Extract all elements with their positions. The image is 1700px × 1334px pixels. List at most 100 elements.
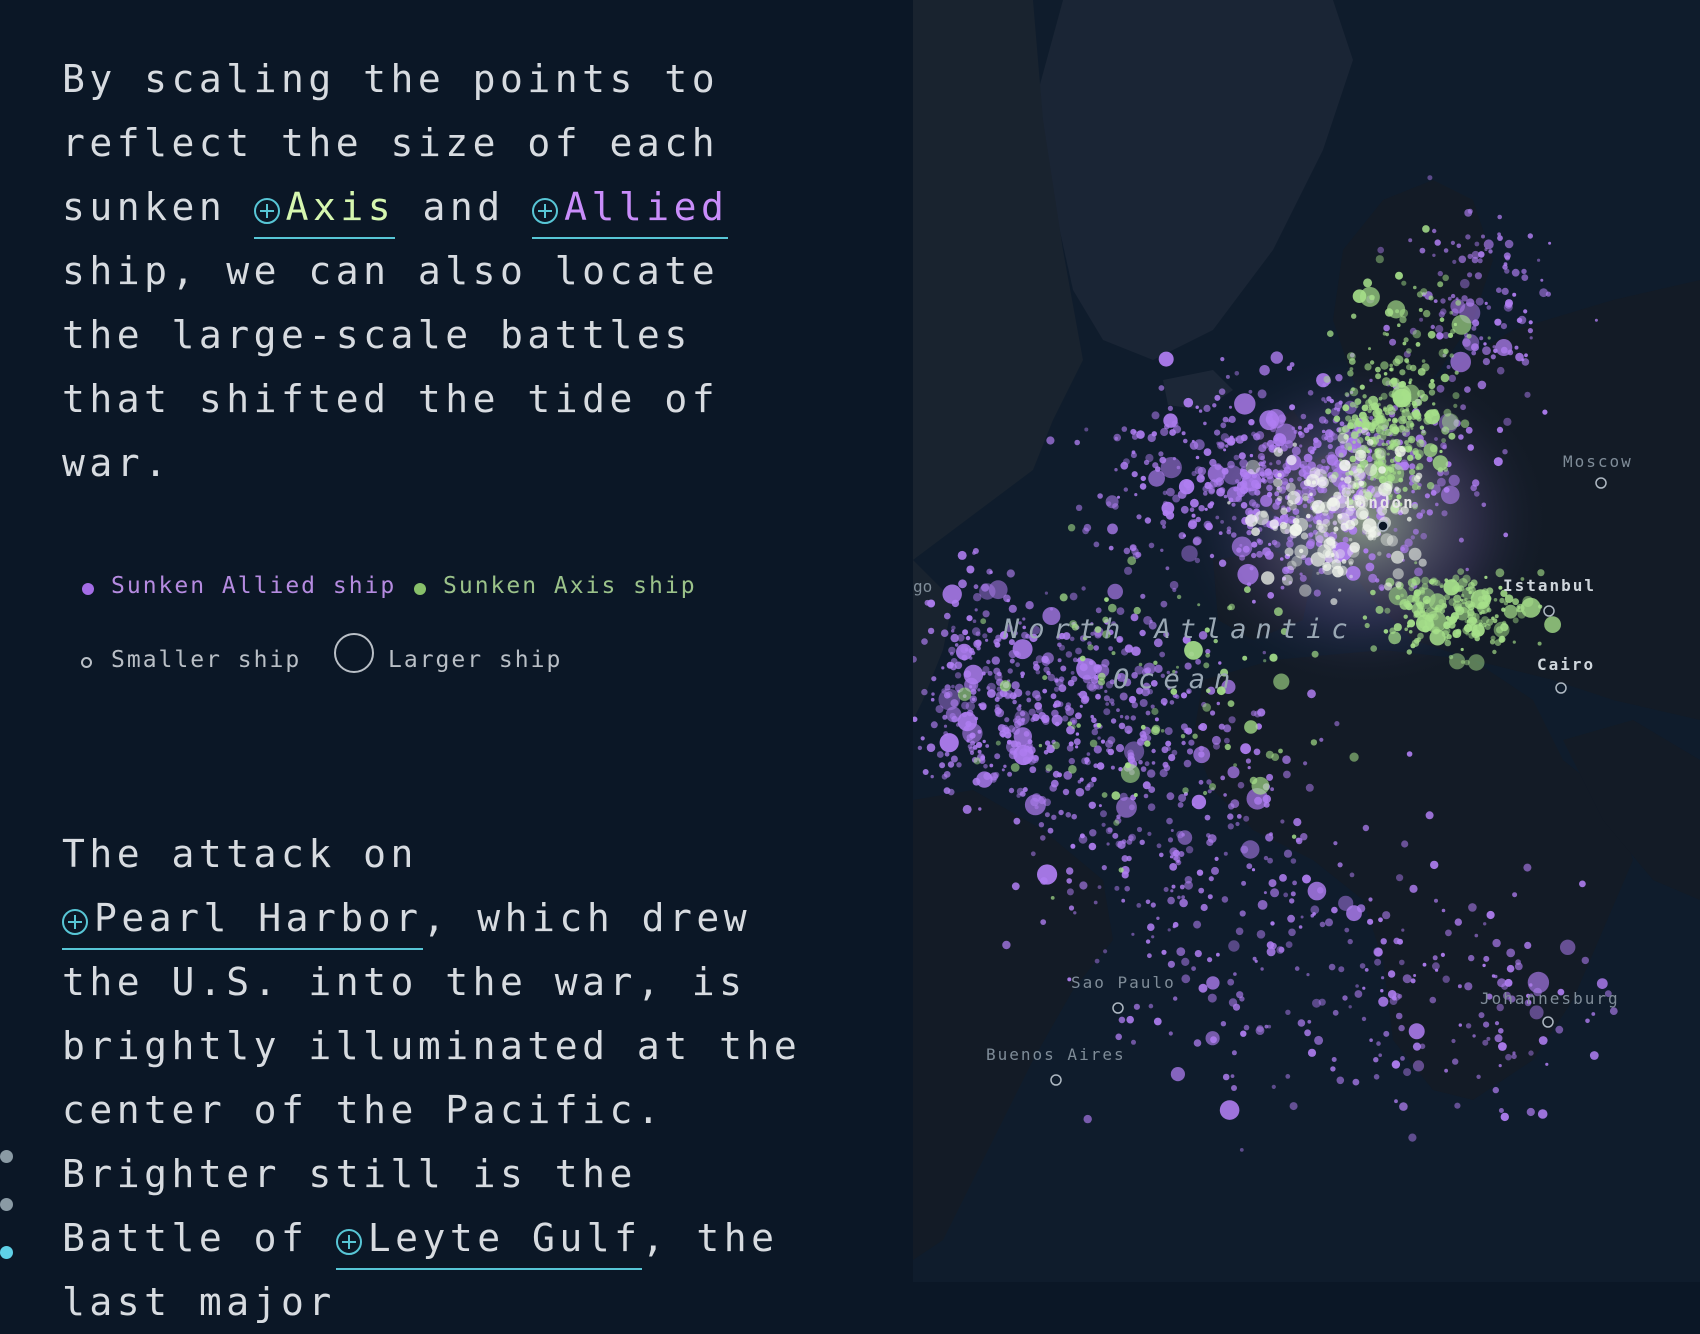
shipwreck-point bbox=[1139, 730, 1147, 738]
shipwreck-point bbox=[1389, 367, 1393, 372]
shipwreck-point bbox=[1212, 403, 1217, 408]
shipwreck-point bbox=[1107, 748, 1115, 756]
shipwreck-point bbox=[1385, 442, 1389, 447]
shipwreck-point bbox=[1145, 899, 1151, 905]
shipwreck-point bbox=[1486, 910, 1495, 920]
shipwreck-point bbox=[1032, 793, 1041, 802]
shipwreck-point bbox=[1353, 478, 1363, 488]
shipwreck-point bbox=[1373, 947, 1383, 957]
shipwreck-point bbox=[993, 667, 1001, 675]
shipwreck-point bbox=[1043, 718, 1048, 723]
shipwreck-point bbox=[951, 625, 956, 630]
shipwreck-point bbox=[1288, 928, 1296, 937]
shipwreck-point bbox=[1207, 894, 1213, 900]
shipwreck-point bbox=[1380, 361, 1389, 370]
progress-step-dot-active[interactable] bbox=[0, 1246, 13, 1259]
shipwreck-map[interactable]: North Atlantic Ocean go London Moscow Ista… bbox=[913, 0, 1700, 1282]
axis-link-label: Axis bbox=[285, 185, 396, 229]
allied-link[interactable]: Allied bbox=[532, 179, 729, 239]
shipwreck-point bbox=[1302, 503, 1308, 509]
shipwreck-point bbox=[1405, 407, 1410, 412]
shipwreck-point bbox=[1251, 527, 1260, 536]
shipwreck-point bbox=[1220, 775, 1226, 781]
shipwreck-point bbox=[1066, 878, 1072, 884]
map-canvas[interactable]: North Atlantic Ocean go London Moscow Ista… bbox=[913, 0, 1700, 1282]
shipwreck-point bbox=[1393, 527, 1398, 532]
shipwreck-point bbox=[1331, 1057, 1337, 1062]
shipwreck-point bbox=[1478, 251, 1485, 258]
shipwreck-point bbox=[1065, 812, 1072, 818]
shipwreck-point bbox=[1364, 622, 1370, 629]
shipwreck-point bbox=[1255, 1026, 1265, 1035]
shipwreck-point bbox=[1242, 655, 1248, 661]
shipwreck-point bbox=[1202, 703, 1211, 712]
shipwreck-point bbox=[963, 664, 984, 685]
shipwreck-point bbox=[1452, 392, 1460, 400]
shipwreck-point bbox=[1165, 566, 1170, 571]
shipwreck-point bbox=[1318, 998, 1326, 1006]
shipwreck-point bbox=[1244, 720, 1258, 734]
pearl-harbor-link[interactable]: Pearl Harbor bbox=[62, 890, 423, 950]
shipwreck-point bbox=[1504, 268, 1510, 274]
shipwreck-point bbox=[1494, 614, 1499, 619]
shipwreck-point bbox=[1148, 1003, 1154, 1009]
shipwreck-point bbox=[1071, 724, 1076, 730]
shipwreck-point bbox=[1285, 1074, 1291, 1079]
shipwreck-point bbox=[1384, 308, 1394, 317]
shipwreck-point bbox=[1307, 1048, 1317, 1057]
shipwreck-point bbox=[1395, 594, 1401, 600]
shipwreck-point bbox=[1418, 558, 1427, 567]
shipwreck-point bbox=[1126, 1015, 1134, 1024]
shipwreck-point bbox=[1203, 790, 1208, 796]
progress-step-dot[interactable] bbox=[0, 1150, 13, 1163]
shipwreck-point bbox=[1114, 468, 1118, 472]
shipwreck-point bbox=[1529, 983, 1533, 987]
shipwreck-point bbox=[1118, 1016, 1126, 1024]
shipwreck-point bbox=[1471, 325, 1477, 331]
shipwreck-point bbox=[1008, 787, 1015, 794]
axis-link[interactable]: Axis bbox=[253, 179, 396, 239]
shipwreck-point bbox=[922, 769, 929, 775]
shipwreck-point bbox=[1488, 249, 1493, 254]
shipwreck-point bbox=[1135, 551, 1142, 558]
shipwreck-point bbox=[1027, 746, 1036, 755]
leyte-gulf-link[interactable]: Leyte Gulf bbox=[335, 1210, 642, 1270]
shipwreck-point bbox=[1501, 287, 1509, 295]
shipwreck-point bbox=[1169, 580, 1179, 590]
shipwreck-point bbox=[1018, 704, 1022, 708]
shipwreck-point bbox=[1219, 1100, 1240, 1120]
shipwreck-point bbox=[1130, 452, 1137, 459]
shipwreck-point bbox=[1392, 471, 1397, 475]
shipwreck-point bbox=[1006, 569, 1015, 578]
shipwreck-point bbox=[1054, 721, 1060, 727]
shipwreck-point bbox=[1415, 466, 1420, 471]
shipwreck-point bbox=[1083, 1114, 1092, 1124]
shipwreck-point bbox=[1467, 444, 1474, 451]
shipwreck-point bbox=[1292, 880, 1297, 886]
shipwreck-point bbox=[1236, 547, 1242, 553]
shipwreck-point bbox=[1462, 574, 1471, 583]
shipwreck-point bbox=[1511, 1053, 1517, 1060]
shipwreck-point bbox=[1443, 487, 1450, 493]
shipwreck-point bbox=[1359, 963, 1366, 969]
shipwreck-point bbox=[1283, 849, 1293, 858]
shipwreck-point bbox=[1107, 523, 1118, 535]
shipwreck-point bbox=[1032, 690, 1041, 699]
shipwreck-point bbox=[1400, 416, 1406, 422]
shipwreck-point bbox=[1399, 380, 1407, 388]
shipwreck-point bbox=[1325, 408, 1332, 415]
progress-step-dot[interactable] bbox=[0, 1198, 13, 1211]
shipwreck-point bbox=[1434, 239, 1441, 246]
shipwreck-point bbox=[968, 746, 975, 753]
shipwreck-point bbox=[1147, 831, 1152, 837]
shipwreck-point bbox=[1044, 591, 1048, 595]
shipwreck-point bbox=[1366, 439, 1374, 446]
shipwreck-point bbox=[1324, 400, 1327, 404]
shipwreck-point bbox=[1108, 545, 1114, 551]
shipwreck-point bbox=[1522, 596, 1534, 607]
shipwreck-point bbox=[1538, 1036, 1548, 1045]
shipwreck-point bbox=[1191, 794, 1207, 810]
shipwreck-point bbox=[926, 743, 936, 752]
shipwreck-point bbox=[1131, 932, 1135, 936]
shipwreck-point bbox=[1407, 415, 1412, 421]
